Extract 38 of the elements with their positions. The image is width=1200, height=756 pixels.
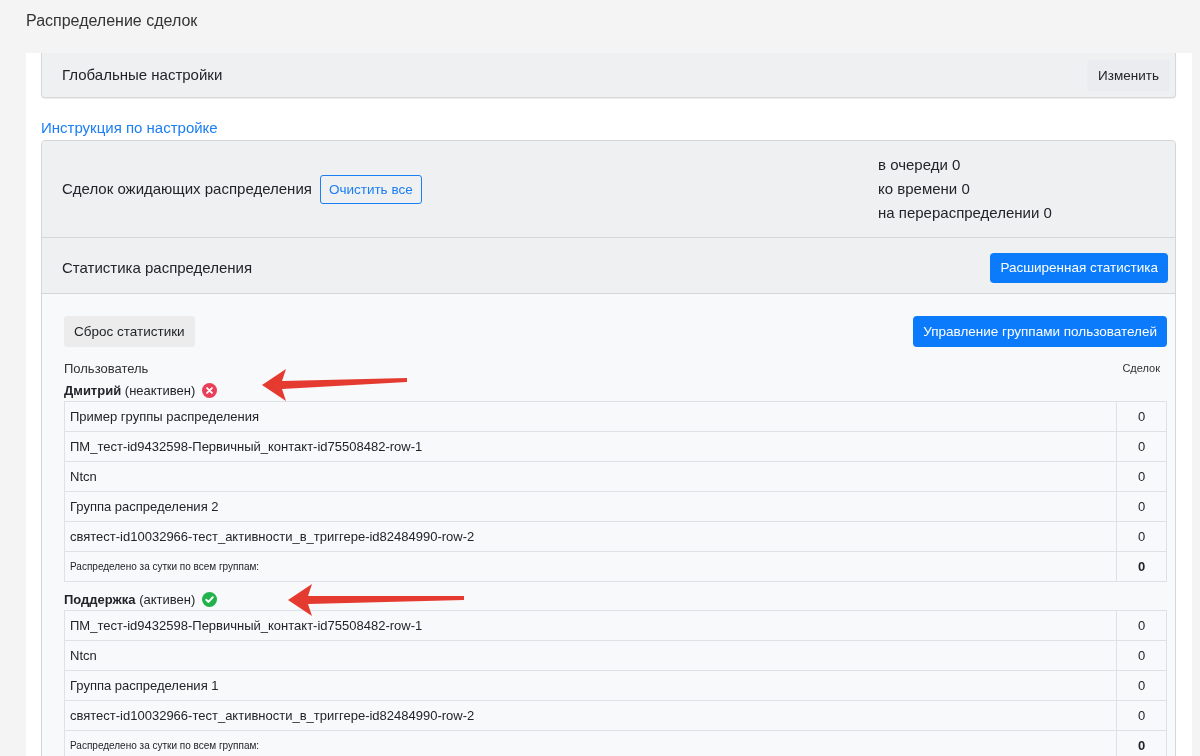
user-name: Дмитрий (неактивен) xyxy=(64,383,196,398)
queue-counter: на перераспределении 0 xyxy=(878,203,1053,223)
deals-count-cell: 0 xyxy=(1116,521,1167,552)
deals-count-cell: 0 xyxy=(1116,401,1167,432)
manage-groups-button[interactable]: Управление группами пользователей xyxy=(913,316,1167,347)
column-header: Пользователь xyxy=(64,360,149,376)
deals-count-cell: 0 xyxy=(1116,670,1167,701)
group-name-cell: ПМ_тест-id9432598-Первичный_контакт-id75508482-row-1 xyxy=(64,431,1117,462)
statistics-title: Статистика распределения xyxy=(62,257,253,278)
card-title: Глобальные настройки xyxy=(62,65,223,85)
total-count-cell: 0 xyxy=(1116,551,1167,582)
extended-stats-button[interactable]: Расширенная статистика xyxy=(990,252,1168,283)
user-name: Поддержка (активен) xyxy=(64,592,196,607)
instructions-link[interactable]: Инструкция по настройке xyxy=(41,118,218,138)
group-name-cell: Группа распределения 1 xyxy=(64,670,1117,701)
group-name-cell: Ntcn xyxy=(64,640,1117,671)
queue-counter: ко времени 0 xyxy=(878,179,971,199)
queue-counter: в очереди 0 xyxy=(878,155,962,175)
total-label-cell: Распределено за сутки по всем группам: xyxy=(64,730,1117,756)
total-label-cell: Распределено за сутки по всем группам: xyxy=(64,551,1117,582)
group-name-cell: святест-id10032966-тест_активности_в_триггере-id82484990-row-2 xyxy=(64,700,1117,731)
reset-stats-button[interactable]: Сброс статистики xyxy=(64,316,195,347)
deals-count-cell: 0 xyxy=(1116,700,1167,731)
group-name-cell: Группа распределения 2 xyxy=(64,491,1117,522)
deals-count-cell: 0 xyxy=(1116,640,1167,671)
deals-count-cell: 0 xyxy=(1116,461,1167,492)
edit-button[interactable]: Изменить xyxy=(1087,59,1170,91)
deals-count-cell: 0 xyxy=(1116,491,1167,522)
group-name-cell: ПМ_тест-id9432598-Первичный_контакт-id75508482-row-1 xyxy=(64,610,1117,641)
page-title: Распределение сделок xyxy=(26,11,199,31)
pending-deals-label: Сделок ожидающих распределения xyxy=(62,179,312,199)
group-name-cell: Ntcn xyxy=(64,461,1117,492)
deals-count-cell: 0 xyxy=(1116,610,1167,641)
group-name-cell: святест-id10032966-тест_активности_в_триггере-id82484990-row-2 xyxy=(64,521,1117,552)
column-header: Сделок xyxy=(1122,362,1161,374)
clear-all-button[interactable]: Очистить все xyxy=(319,174,422,204)
deals-count-cell: 0 xyxy=(1116,431,1167,462)
group-name-cell: Пример группы распределения xyxy=(64,401,1117,432)
